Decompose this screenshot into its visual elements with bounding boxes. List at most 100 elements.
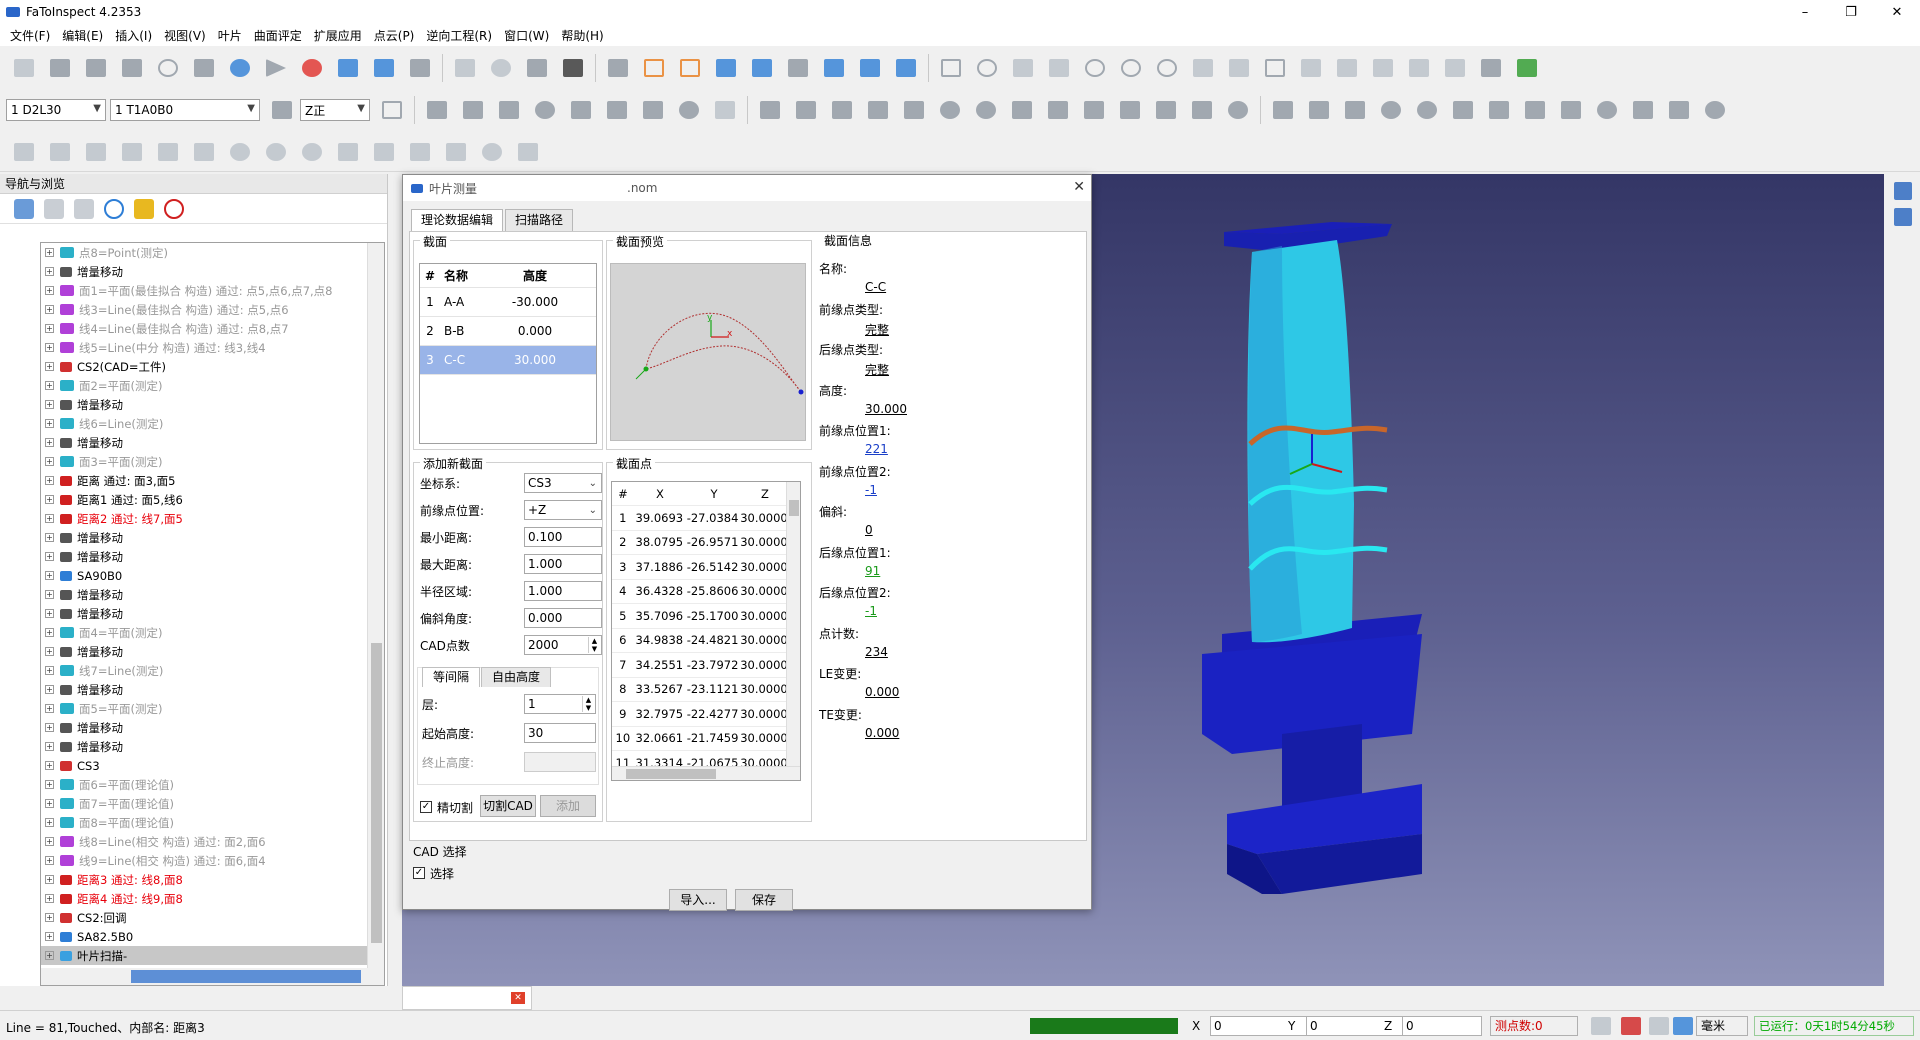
expand-icon[interactable]: + [45, 400, 54, 409]
tree-item[interactable]: + 增量移动 [41, 528, 384, 547]
parallelogram-icon[interactable] [1262, 55, 1288, 81]
tree-item[interactable]: + 增量移动 [41, 737, 384, 756]
stop-icon[interactable] [299, 55, 325, 81]
construct-slot-icon[interactable] [1009, 97, 1035, 123]
cube-view-icon[interactable] [749, 55, 775, 81]
arrow-icon[interactable] [11, 55, 37, 81]
construct-poly-icon[interactable] [1117, 97, 1143, 123]
distance-icon[interactable] [1010, 55, 1036, 81]
construct-rect-icon[interactable] [1045, 97, 1071, 123]
tree-item[interactable]: + CS3 [41, 756, 384, 775]
auto-globe-icon[interactable] [1702, 97, 1728, 123]
restore-button[interactable]: ❐ [1828, 0, 1874, 24]
probe-orient-icon[interactable] [269, 97, 295, 123]
info-value[interactable]: 30.000 [865, 402, 907, 416]
cs-select[interactable]: CS3 ⌄ [524, 473, 602, 493]
expand-icon[interactable]: + [45, 742, 54, 751]
expand-icon[interactable]: + [45, 951, 54, 960]
tree-item[interactable]: + 线7=Line(测定) [41, 661, 384, 680]
feature-plane2-icon[interactable] [496, 97, 522, 123]
tree-item[interactable]: + 线4=Line(最佳拟合 构造) 通过: 点8,点7 [41, 319, 384, 338]
tree-item[interactable]: + 线9=Line(相交 构造) 通过: 面6,面4 [41, 851, 384, 870]
expand-icon[interactable]: + [45, 723, 54, 732]
section-row[interactable]: 1 A-A -30.000 [420, 288, 596, 317]
expand-icon[interactable]: + [45, 894, 54, 903]
menu-point-cloud[interactable]: 点云(P) [368, 27, 421, 44]
min-distance-input[interactable]: 0.100 [524, 527, 602, 547]
point-row[interactable]: 734.2551-23.797230.0000-0. [612, 653, 800, 678]
puzzle-tool-icon[interactable] [371, 139, 397, 165]
tree-item[interactable]: + CS2:回调 [41, 908, 384, 927]
menu-edit[interactable]: 编辑(E) [56, 27, 109, 44]
probe-icon[interactable] [452, 55, 478, 81]
expand-icon[interactable]: + [45, 495, 54, 504]
info-value[interactable]: 91 [865, 564, 880, 578]
tree-item[interactable]: + 线6=Line(测定) [41, 414, 384, 433]
circle-icon[interactable] [1082, 55, 1108, 81]
tab-theory-data[interactable]: 理论数据编辑 [411, 209, 504, 231]
tree-item[interactable]: + 线5=Line(中分 构造) 通过: 线3,线4 [41, 338, 384, 357]
point-row[interactable]: 932.7975-22.427730.0000-0. [612, 702, 800, 727]
tree-vertical-scrollbar[interactable] [367, 243, 384, 985]
expand-icon[interactable]: + [45, 457, 54, 466]
disk-icon[interactable] [488, 55, 514, 81]
axis-select[interactable]: Z正 ▼ [300, 99, 370, 121]
tab-free-height[interactable]: 自由高度 [481, 667, 552, 687]
point-row[interactable]: 337.1886-26.514230.0000-0. [612, 555, 800, 580]
point-row[interactable]: 139.0693-27.038430.0000-0. [612, 506, 800, 531]
print-preview-icon[interactable] [371, 55, 397, 81]
crosshair-icon[interactable] [155, 55, 181, 81]
cylinder-tool-icon[interactable] [407, 139, 433, 165]
tree-item[interactable]: + 线3=Line(最佳拟合 构造) 通过: 点5,点6 [41, 300, 384, 319]
tree-item[interactable]: + 增量移动 [41, 718, 384, 737]
sections-table[interactable]: # 名称 高度 1 A-A -30.000 2 B-B 0.000 3 C-C 30.000 [419, 263, 597, 444]
print-icon[interactable] [407, 55, 433, 81]
menu-file[interactable]: 文件(F) [4, 27, 56, 44]
auto-line-icon[interactable] [1306, 97, 1332, 123]
tree-item[interactable]: + 面8=平面(理论值) [41, 813, 384, 832]
check-icon[interactable] [1670, 1013, 1696, 1039]
circle-dash-tool-icon[interactable] [299, 139, 325, 165]
expand-icon[interactable]: + [45, 932, 54, 941]
properties-icon[interactable] [1894, 182, 1912, 200]
info-value[interactable]: 234 [865, 645, 888, 659]
gear-tool-icon[interactable] [227, 139, 253, 165]
expand-icon[interactable]: + [45, 647, 54, 656]
construct-plane-icon[interactable] [757, 97, 783, 123]
light-icon[interactable] [857, 55, 883, 81]
info-value[interactable]: 221 [865, 442, 888, 456]
tree-item[interactable]: + 面4=平面(测定) [41, 623, 384, 642]
circle-cross-icon[interactable] [974, 55, 1000, 81]
cone-tool-icon[interactable] [443, 139, 469, 165]
layers-icon[interactable] [821, 55, 847, 81]
feature-rect-icon[interactable] [604, 97, 630, 123]
expand-icon[interactable]: + [45, 685, 54, 694]
menu-extensions[interactable]: 扩展应用 [308, 27, 368, 44]
expand-icon[interactable]: + [45, 324, 54, 333]
auto-cone-icon[interactable] [1558, 97, 1584, 123]
point-row[interactable]: 436.4328-25.860630.0000-0. [612, 580, 800, 604]
expand-icon[interactable]: + [45, 837, 54, 846]
tree-item[interactable]: + SA90B0 [41, 566, 384, 585]
auto-slot-icon[interactable] [1450, 97, 1476, 123]
tree-item[interactable]: + 距离4 通过: 线9,面8 [41, 889, 384, 908]
construct-sphere-icon[interactable] [1225, 97, 1251, 123]
info-value[interactable]: 0.000 [865, 685, 899, 699]
auto-cylinder-icon[interactable] [1522, 97, 1548, 123]
straightness-icon[interactable] [1226, 55, 1252, 81]
expand-icon[interactable]: + [45, 590, 54, 599]
circle-plus-icon[interactable] [1118, 55, 1144, 81]
auto-plane2-icon[interactable] [1342, 97, 1368, 123]
auto-ellipse-icon[interactable] [1414, 97, 1440, 123]
feature-circle-icon[interactable] [532, 97, 558, 123]
auto-circle-icon[interactable] [1378, 97, 1404, 123]
pentagon-tool-icon[interactable] [155, 139, 181, 165]
menu-insert[interactable]: 插入(I) [109, 27, 158, 44]
layer-input[interactable]: 1 ▲ ▼ [524, 694, 596, 714]
feature-sphere-icon[interactable] [676, 97, 702, 123]
tree-horizontal-scrollbar[interactable] [41, 968, 384, 985]
info-value[interactable]: 0 [865, 523, 873, 537]
line-tool-icon[interactable] [47, 139, 73, 165]
tree-item[interactable]: + 增量移动 [41, 433, 384, 452]
play-icon[interactable] [263, 55, 289, 81]
